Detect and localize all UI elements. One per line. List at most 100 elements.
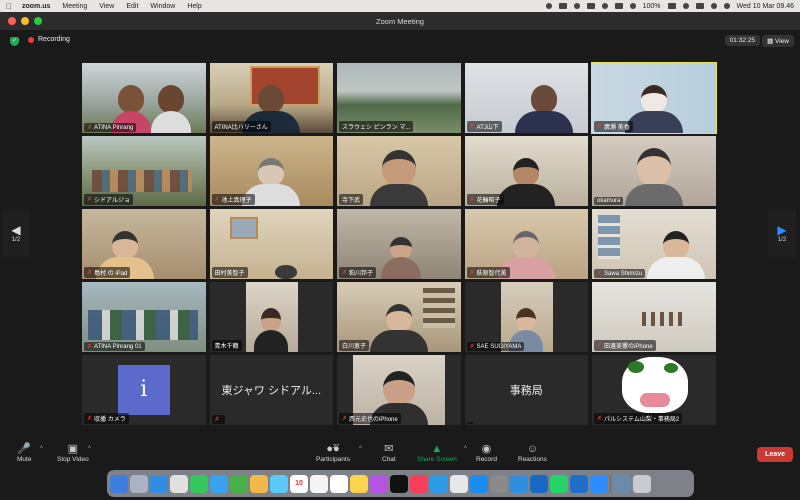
mic-muted-icon: ✗: [87, 125, 93, 131]
safari-icon[interactable]: [150, 474, 168, 493]
maps-icon[interactable]: [230, 474, 248, 493]
video-tile[interactable]: ✗ 田邊美響のiPhone: [592, 282, 716, 352]
zoom-status-icon[interactable]: [558, 3, 567, 9]
messages-icon[interactable]: [190, 474, 208, 493]
numbers-icon[interactable]: [430, 474, 448, 493]
search-icon[interactable]: [695, 3, 704, 9]
bluetooth-icon[interactable]: [614, 3, 623, 9]
control-center-icon[interactable]: [710, 3, 717, 9]
menu-view[interactable]: View: [99, 3, 114, 10]
menubar-clock[interactable]: Wed 10 Mar 09.46: [737, 3, 794, 10]
chat-button[interactable]: ✉ Chat: [382, 442, 396, 463]
video-tile[interactable]: ✗ 島村 の iPad: [82, 209, 206, 279]
launchpad-icon[interactable]: [130, 474, 148, 493]
chrome-icon[interactable]: [170, 474, 188, 493]
video-tile[interactable]: ✗ シドアルジョ: [82, 136, 206, 206]
mail-icon[interactable]: [210, 474, 228, 493]
edge-icon[interactable]: [570, 474, 588, 493]
leave-button[interactable]: Leave: [757, 447, 793, 462]
music-icon[interactable]: [410, 474, 428, 493]
participant-display-name: 東ジャワ シドアル...: [221, 385, 322, 397]
participants-options-chevron-icon[interactable]: ^: [359, 446, 362, 452]
apple-menu-icon[interactable]: : [6, 2, 14, 11]
record-button[interactable]: ◉ Record: [476, 442, 497, 463]
zoom-icon[interactable]: [590, 474, 608, 493]
video-tile[interactable]: ✗ ATINA Pinrang: [82, 63, 206, 133]
cloud-icon[interactable]: [545, 3, 552, 9]
view-button[interactable]: ▦ View: [762, 35, 794, 47]
menu-help[interactable]: Help: [187, 3, 201, 10]
video-tile[interactable]: 青木千鶴: [209, 282, 333, 352]
video-tile[interactable]: ✗ 池上真理子: [209, 136, 333, 206]
reactions-button[interactable]: ☺ Reactions: [518, 442, 547, 463]
video-options-chevron-icon[interactable]: ^: [88, 446, 91, 452]
security-shield-icon[interactable]: ✓: [10, 37, 19, 46]
audio-options-chevron-icon[interactable]: ^: [40, 446, 43, 452]
system-preferences-icon[interactable]: [490, 474, 508, 493]
finder-icon[interactable]: [110, 474, 128, 493]
wifi-icon[interactable]: [682, 3, 689, 9]
downloads-folder-icon[interactable]: [613, 474, 631, 493]
screen-icon[interactable]: [586, 3, 595, 9]
participant-name: ✗ 廣瀬 美香: [594, 121, 633, 132]
lock-icon[interactable]: [601, 3, 608, 9]
contacts-icon[interactable]: [310, 474, 328, 493]
video-tile[interactable]: ✗ SAE SUGIYAMA: [464, 282, 588, 352]
video-tile[interactable]: 白川恵子: [337, 282, 461, 352]
video-tile[interactable]: 東ジャワ シドアル... ✗: [209, 355, 333, 425]
mute-button[interactable]: 🎤 Mute: [17, 442, 31, 463]
dock-separator: [610, 474, 611, 493]
mic-muted-icon: ✗: [87, 197, 93, 203]
battery-icon[interactable]: [667, 3, 676, 9]
podcasts-icon[interactable]: [370, 474, 388, 493]
share-options-chevron-icon[interactable]: ^: [464, 446, 467, 452]
menu-edit[interactable]: Edit: [126, 3, 138, 10]
participants-button[interactable]: ●● 27 Participants: [316, 442, 350, 463]
menu-app[interactable]: zoom.us: [22, 3, 50, 10]
share-screen-button[interactable]: ▲ Share Screen: [417, 442, 457, 463]
app-store-icon[interactable]: [470, 474, 488, 493]
video-tile[interactable]: ✗ 萩原智代美: [464, 209, 588, 279]
video-tile[interactable]: 寺下武: [337, 136, 461, 206]
video-tile[interactable]: ✗ 西元史也のiPhone: [337, 355, 461, 425]
video-tile[interactable]: ATINA比ハリーさん: [209, 63, 333, 133]
video-tile[interactable]: i ✗ 収播 カメラ: [82, 355, 206, 425]
whatsapp-icon[interactable]: [550, 474, 568, 493]
apple-tv-icon[interactable]: [390, 474, 408, 493]
menu-meeting[interactable]: Meeting: [62, 3, 87, 10]
volume-icon[interactable]: [629, 3, 636, 9]
video-tile[interactable]: ✗ ATINA Pinrang 01: [82, 282, 206, 352]
fullscreen-window-button[interactable]: [34, 17, 42, 25]
facetime-icon[interactable]: [270, 474, 288, 493]
outlook-icon[interactable]: [530, 474, 548, 493]
video-tile[interactable]: 田村美智子: [209, 209, 333, 279]
reminders-icon[interactable]: [330, 474, 348, 493]
sync-icon[interactable]: [573, 3, 580, 9]
participant-name: 青木千鶴: [211, 340, 242, 351]
calendar-icon[interactable]: 10: [290, 474, 308, 493]
siri-icon[interactable]: [723, 3, 730, 9]
menu-window[interactable]: Window: [150, 3, 175, 10]
photos-icon[interactable]: [250, 474, 268, 493]
recording-indicator[interactable]: Recording: [28, 36, 70, 43]
stop-video-button[interactable]: ▣ Stop Video: [57, 442, 89, 463]
notes-icon[interactable]: [350, 474, 368, 493]
video-tile[interactable]: ✗ 粕川邦子: [337, 209, 461, 279]
participant-name: ✗ 西元史也のiPhone: [339, 413, 401, 424]
video-tile[interactable]: ✗ Sawa Shimizu: [592, 209, 716, 279]
video-tile[interactable]: ✗ ATJ山下: [464, 63, 588, 133]
next-page-button[interactable]: ▶ 1/2: [768, 209, 796, 257]
skype-icon[interactable]: [510, 474, 528, 493]
video-tile[interactable]: ✗ パルシステム山梨・事務局2: [592, 355, 716, 425]
previous-page-button[interactable]: ◀ 1/2: [2, 209, 30, 257]
pages-icon[interactable]: [450, 474, 468, 493]
video-tile[interactable]: 事務局: [464, 355, 588, 425]
trash-icon[interactable]: [633, 474, 651, 493]
close-window-button[interactable]: [8, 17, 16, 25]
meeting-timer: 01:32:25: [724, 35, 760, 46]
video-tile[interactable]: ✗ 花輪昭子: [464, 136, 588, 206]
minimize-window-button[interactable]: [21, 17, 29, 25]
video-tile[interactable]: okamura: [592, 136, 716, 206]
active-speaker-tile[interactable]: ✗ 廣瀬 美香: [591, 62, 717, 134]
video-tile[interactable]: スラウェシ ピンラン マ...: [337, 63, 461, 133]
